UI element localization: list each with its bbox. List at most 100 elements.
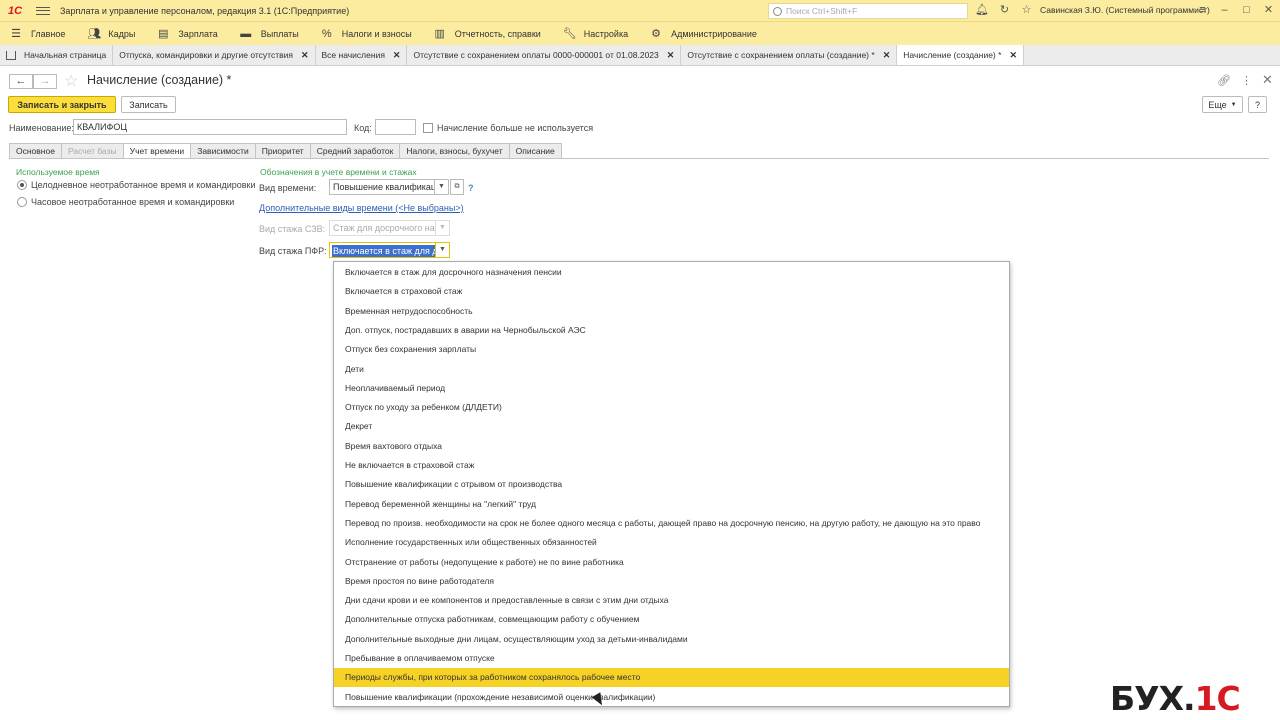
menu-item-reports[interactable]: ▥ Отчетность, справки [434, 28, 541, 40]
dropdown-option[interactable]: Временная нетрудоспособность [334, 302, 1009, 321]
maximize-icon[interactable]: □ [1240, 4, 1253, 17]
dropdown-option[interactable]: Повышение квалификации с отрывом от прои… [334, 475, 1009, 494]
dropdown-option[interactable]: Повышение квалификации (прохождение неза… [334, 688, 1009, 707]
dropdown-option[interactable]: Дни сдачи крови и ее компонентов и предо… [334, 591, 1009, 610]
caret-down-icon: ▼ [1230, 101, 1237, 108]
menu-item-main[interactable]: ☰ Главное [10, 28, 65, 40]
menu-item-taxes[interactable]: % Налоги и взносы [321, 28, 412, 40]
tab-priority[interactable]: Приоритет [255, 143, 311, 159]
favorite-star-icon[interactable]: ☆ [64, 71, 78, 91]
close-tab-icon[interactable]: ✕ [301, 50, 309, 61]
radio-full-day[interactable] [17, 180, 27, 190]
dropdown-option[interactable]: Отпуск без сохранения зарплаты [334, 340, 1009, 359]
dropdown-option[interactable]: Пребывание в оплачиваемом отпуске [334, 649, 1009, 668]
close-tab-icon[interactable]: ✕ [393, 50, 401, 61]
close-tab-icon[interactable]: ✕ [667, 50, 675, 61]
dropdown-option[interactable]: Исполнение государственных или обществен… [334, 533, 1009, 552]
dropdown-option[interactable]: Перевод беременной женщины на "легкий" т… [334, 495, 1009, 514]
more-vertical-icon[interactable]: ⋮ [1241, 74, 1252, 87]
search-icon [773, 6, 782, 16]
unused-checkbox[interactable] [423, 123, 433, 133]
dropdown-option[interactable]: Доп. отпуск, пострадавших в аварии на Че… [334, 321, 1009, 340]
open-icon[interactable]: ⧉ [450, 179, 464, 195]
dropdown-option[interactable]: Неоплачиваемый период [334, 379, 1009, 398]
tab-main[interactable]: Основное [9, 143, 62, 159]
tab-absences[interactable]: Отпуска, командировки и другие отсутстви… [113, 45, 316, 65]
save-button[interactable]: Записать [121, 96, 176, 113]
radio-hourly-label: Часовое неотработанное время и командиро… [31, 197, 235, 207]
minimize-icon[interactable]: – [1218, 4, 1231, 17]
wrench-icon: 🔧︎ [562, 27, 577, 40]
dropdown-option[interactable]: Декрет [334, 417, 1009, 436]
radio-full-day-label: Целодневное неотработанное время и коман… [31, 180, 256, 190]
menu-item-payments[interactable]: ▬ Выплаты [240, 28, 299, 40]
tab-taxes[interactable]: Налоги, взносы, бухучет [400, 143, 510, 159]
dropdown-option[interactable]: Включается в страховой стаж [334, 282, 1009, 301]
link-icon[interactable]: 🔗︎ [1217, 74, 1231, 87]
history-icon[interactable]: ↻ [998, 4, 1011, 17]
search-input[interactable]: Поиск Ctrl+Shift+F [768, 3, 968, 19]
tab-description[interactable]: Описание [509, 143, 562, 159]
menu-item-staff[interactable]: 👥︎ Кадры [87, 28, 135, 40]
help-question-icon[interactable]: ? [468, 183, 474, 193]
menu-item-admin[interactable]: ⚙ Администрирование [650, 28, 757, 40]
user-name[interactable]: Савинская З.Ю. (Системный программист) [1040, 5, 1210, 15]
name-field[interactable]: КВАЛИФОЦ [73, 119, 347, 135]
search-placeholder: Поиск Ctrl+Shift+F [786, 6, 858, 16]
save-and-close-button[interactable]: Записать и закрыть [8, 96, 116, 113]
menu-item-salary[interactable]: ▤ Зарплата [157, 28, 218, 40]
forward-button[interactable]: → [33, 74, 57, 89]
back-button[interactable]: ← [9, 74, 33, 89]
tab-paid-absence-new[interactable]: Отсутствие с сохранением оплаты (создани… [681, 45, 898, 65]
brand-watermark: БУХ.1С [1110, 679, 1241, 718]
unused-label: Начисление больше не используется [437, 123, 594, 133]
tab-paid-absence-doc[interactable]: Отсутствие с сохранением оплаты 0000-000… [407, 45, 682, 65]
time-kind-dropdown[interactable]: ▼ [435, 179, 449, 195]
tab-accrual-new[interactable]: Начисление (создание) * ✕ [897, 45, 1024, 65]
dropdown-option[interactable]: Дополнительные отпуска работникам, совме… [334, 610, 1009, 629]
close-icon[interactable]: ✕ [1262, 4, 1275, 17]
close-tab-icon[interactable]: ✕ [883, 50, 891, 61]
tab-home[interactable]: Начальная страница [0, 45, 114, 65]
szv-field: Стаж для досрочного наз [329, 220, 436, 236]
used-time-title: Используемое время [16, 167, 100, 177]
name-label: Наименование: [9, 123, 74, 133]
pfr-field[interactable]: Включается в стаж для д [329, 242, 436, 258]
menu-item-settings[interactable]: 🔧︎ Настройка [563, 28, 628, 40]
marks-title: Обозначения в учете времени и стажах [260, 167, 417, 177]
time-kind-field[interactable]: Повышение квалификаци [329, 179, 435, 195]
dropdown-option[interactable]: Периоды службы, при которых за работнико… [334, 668, 1009, 688]
tab-all-accruals[interactable]: Все начисления ✕ [316, 45, 408, 65]
close-form-icon[interactable]: ✕ [1262, 72, 1273, 88]
tab-time-accounting[interactable]: Учет времени [123, 143, 192, 159]
bell-icon[interactable]: 🔔︎ [975, 4, 989, 17]
menu-icon[interactable] [36, 5, 50, 17]
dropdown-option[interactable]: Перевод по произв. необходимости на срок… [334, 514, 1009, 533]
pfr-dropdown[interactable]: ▼ [436, 242, 450, 258]
dropdown-option[interactable]: Дети [334, 360, 1009, 379]
pfr-label: Вид стажа ПФР: [259, 246, 327, 256]
percent-icon: % [321, 27, 332, 40]
dropdown-option[interactable]: Не включается в страховой стаж [334, 456, 1009, 475]
menu-icon[interactable]: ≡ [1196, 4, 1209, 17]
help-button[interactable]: ? [1248, 96, 1267, 113]
star-icon[interactable]: ☆ [1020, 4, 1033, 17]
dropdown-option[interactable]: Отпуск по уходу за ребенком (ДЛДЕТИ) [334, 398, 1009, 417]
pfr-field-value: Включается в стаж для д [332, 245, 435, 257]
more-button[interactable]: Еще ▼ [1202, 96, 1243, 113]
dropdown-option[interactable]: Дополнительные выходные дни лицам, осуще… [334, 630, 1009, 649]
radio-hourly[interactable] [17, 197, 27, 207]
open-tabs-bar: Начальная страница Отпуска, командировки… [0, 45, 1280, 66]
code-field[interactable] [375, 119, 416, 135]
dropdown-option[interactable]: Время простоя по вине работодателя [334, 572, 1009, 591]
dropdown-option[interactable]: Включается в стаж для досрочного назначе… [334, 263, 1009, 282]
tab-average-earnings[interactable]: Средний заработок [310, 143, 401, 159]
extra-time-kinds-link[interactable]: Дополнительные виды времени (<Не выбраны… [259, 203, 464, 213]
wallet-icon: ▬ [240, 27, 252, 40]
dropdown-option[interactable]: Время вахтового отдыха [334, 437, 1009, 456]
tab-dependencies[interactable]: Зависимости [191, 143, 256, 159]
code-label: Код: [354, 123, 372, 133]
close-tab-icon[interactable]: ✕ [1009, 50, 1017, 61]
dropdown-option[interactable]: Отстранение от работы (недопущение к раб… [334, 553, 1009, 572]
szv-dropdown: ▼ [436, 220, 450, 236]
